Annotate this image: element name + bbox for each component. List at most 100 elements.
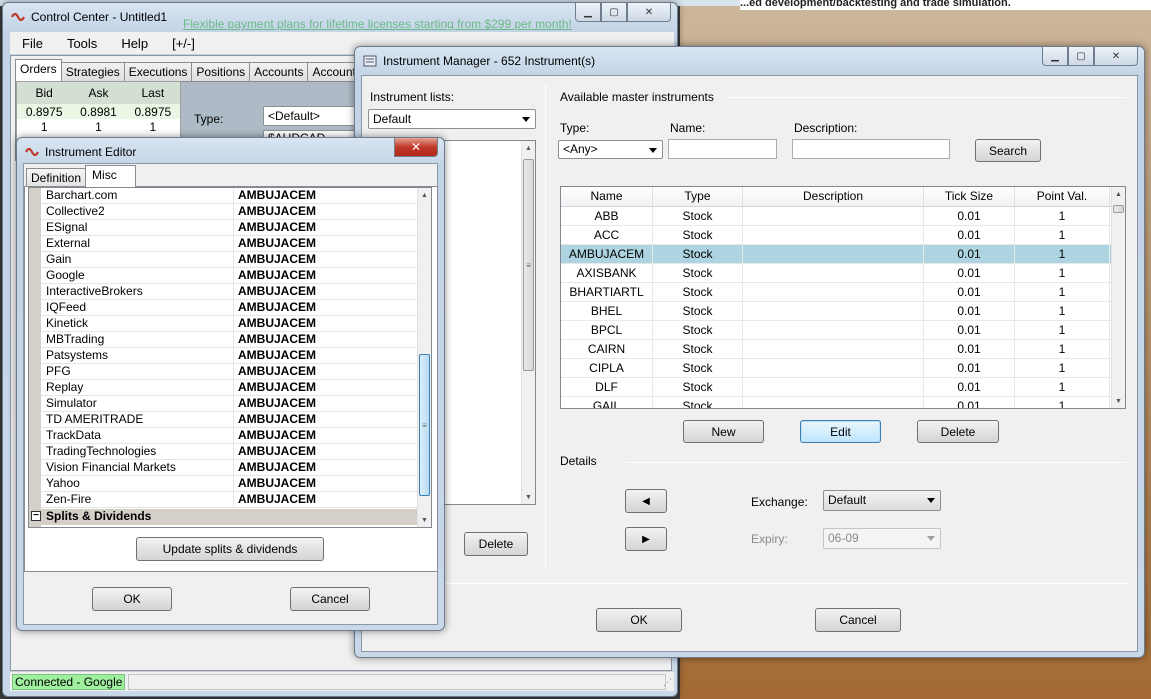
provider-symbol[interactable]: AMBUJACEM bbox=[234, 460, 417, 475]
tab-positions[interactable]: Positions bbox=[191, 62, 251, 81]
bid-size[interactable]: 1 bbox=[17, 120, 71, 134]
provider-symbol[interactable]: AMBUJACEM bbox=[234, 316, 417, 331]
scroll-up-icon[interactable]: ▲ bbox=[522, 141, 535, 155]
scroll-thumb[interactable]: ≡ bbox=[523, 159, 534, 371]
table-row[interactable]: AMBUJACEM Stock 0.01 1 bbox=[561, 245, 1125, 264]
scroll-thumb[interactable]: ≡ bbox=[419, 354, 430, 496]
editor-grid-scrollbar[interactable]: ▲ ≡ ▼ bbox=[417, 188, 431, 527]
table-row[interactable]: BPCL Stock 0.01 1 bbox=[561, 321, 1125, 340]
column-description[interactable]: Description bbox=[743, 187, 924, 206]
provider-symbol[interactable]: AMBUJACEM bbox=[234, 380, 417, 395]
resize-grip-icon[interactable]: ⋰ bbox=[663, 677, 672, 688]
provider-symbol[interactable]: AMBUJACEM bbox=[234, 428, 417, 443]
provider-symbol[interactable]: AMBUJACEM bbox=[234, 300, 417, 315]
table-row[interactable]: CAIRN Stock 0.01 1 bbox=[561, 340, 1125, 359]
manager-cancel-button[interactable]: Cancel bbox=[815, 608, 901, 632]
move-left-button[interactable]: ◀ bbox=[625, 489, 667, 513]
list-item[interactable]: External AMBUJACEM bbox=[41, 236, 417, 252]
provider-symbol[interactable]: AMBUJACEM bbox=[234, 492, 417, 507]
scroll-down-icon[interactable]: ▼ bbox=[418, 513, 431, 527]
list-item[interactable]: Collective2 AMBUJACEM bbox=[41, 204, 417, 220]
menu-toggle[interactable]: [+/-] bbox=[160, 36, 207, 51]
table-row[interactable]: ABB Stock 0.01 1 bbox=[561, 207, 1125, 226]
minimize-icon[interactable]: ▁ bbox=[1042, 47, 1068, 66]
manager-ok-button[interactable]: OK bbox=[596, 608, 682, 632]
list-item[interactable]: MBTrading AMBUJACEM bbox=[41, 332, 417, 348]
list-item[interactable]: IQFeed AMBUJACEM bbox=[41, 300, 417, 316]
list-item[interactable]: TradingTechnologies AMBUJACEM bbox=[41, 444, 417, 460]
editor-cancel-button[interactable]: Cancel bbox=[290, 587, 370, 611]
list-item[interactable]: Kinetick AMBUJACEM bbox=[41, 316, 417, 332]
table-row[interactable]: CIPLA Stock 0.01 1 bbox=[561, 359, 1125, 378]
list-item[interactable]: Vision Financial Markets AMBUJACEM bbox=[41, 460, 417, 476]
list-item[interactable]: Barchart.com AMBUJACEM bbox=[41, 188, 417, 204]
scroll-down-icon[interactable]: ▼ bbox=[522, 490, 535, 504]
table-row[interactable]: ACC Stock 0.01 1 bbox=[561, 226, 1125, 245]
background-link[interactable]: Flexible payment plans for lifetime lice… bbox=[183, 17, 572, 31]
instrument-list-scrollbar[interactable]: ▲ ≡ ▼ bbox=[521, 141, 535, 504]
list-item[interactable]: Yahoo AMBUJACEM bbox=[41, 476, 417, 492]
new-button[interactable]: New bbox=[683, 420, 764, 443]
list-delete-button[interactable]: Delete bbox=[464, 532, 528, 556]
ask-price[interactable]: 0.8981 bbox=[71, 105, 125, 119]
column-tick-size[interactable]: Tick Size bbox=[924, 187, 1015, 206]
scroll-thumb[interactable] bbox=[1113, 205, 1124, 213]
column-type[interactable]: Type bbox=[653, 187, 743, 206]
collapse-icon[interactable]: − bbox=[31, 511, 41, 521]
list-item[interactable]: Simulator AMBUJACEM bbox=[41, 396, 417, 412]
close-icon[interactable]: ✕ bbox=[1094, 47, 1138, 66]
scroll-up-icon[interactable]: ▲ bbox=[418, 188, 431, 202]
minimize-icon[interactable]: ▁ bbox=[575, 3, 601, 22]
list-item[interactable]: Gain AMBUJACEM bbox=[41, 252, 417, 268]
table-row[interactable]: BHEL Stock 0.01 1 bbox=[561, 302, 1125, 321]
scroll-up-icon[interactable]: ▲ bbox=[1112, 187, 1125, 201]
table-row[interactable]: GAIL Stock 0.01 1 bbox=[561, 397, 1125, 408]
scroll-down-icon[interactable]: ▼ bbox=[1112, 394, 1125, 408]
list-item[interactable]: PFG AMBUJACEM bbox=[41, 364, 417, 380]
menu-tools[interactable]: Tools bbox=[55, 36, 109, 51]
maximize-icon[interactable]: ▢ bbox=[601, 3, 627, 22]
menu-file[interactable]: File bbox=[10, 36, 55, 51]
provider-symbol[interactable]: AMBUJACEM bbox=[234, 332, 417, 347]
provider-symbol[interactable]: AMBUJACEM bbox=[234, 220, 417, 235]
move-right-button[interactable]: ▶ bbox=[625, 527, 667, 551]
column-name[interactable]: Name bbox=[561, 187, 653, 206]
list-item[interactable]: TrackData AMBUJACEM bbox=[41, 428, 417, 444]
master-table-scrollbar[interactable]: ▲ ▼ bbox=[1111, 187, 1125, 408]
provider-symbol[interactable]: AMBUJACEM bbox=[234, 476, 417, 491]
table-row[interactable]: BHARTIARTL Stock 0.01 1 bbox=[561, 283, 1125, 302]
search-description-input[interactable] bbox=[792, 139, 950, 159]
list-item[interactable]: InteractiveBrokers AMBUJACEM bbox=[41, 284, 417, 300]
provider-symbol[interactable]: AMBUJACEM bbox=[234, 252, 417, 267]
provider-symbol[interactable]: AMBUJACEM bbox=[234, 412, 417, 427]
provider-symbol[interactable]: AMBUJACEM bbox=[234, 284, 417, 299]
provider-symbol[interactable]: AMBUJACEM bbox=[234, 188, 417, 203]
provider-symbol[interactable]: AMBUJACEM bbox=[234, 268, 417, 283]
maximize-icon[interactable]: ▢ bbox=[1068, 47, 1094, 66]
provider-symbol[interactable]: AMBUJACEM bbox=[234, 236, 417, 251]
last-price[interactable]: 0.8975 bbox=[126, 105, 180, 119]
list-item[interactable]: Zen-Fire AMBUJACEM bbox=[41, 492, 417, 508]
editor-ok-button[interactable]: OK bbox=[92, 587, 172, 611]
list-item[interactable]: ESignal AMBUJACEM bbox=[41, 220, 417, 236]
tab-definition[interactable]: Definition bbox=[26, 168, 87, 187]
menu-help[interactable]: Help bbox=[109, 36, 160, 51]
list-item[interactable]: Replay AMBUJACEM bbox=[41, 380, 417, 396]
list-item[interactable]: Patsystems AMBUJACEM bbox=[41, 348, 417, 364]
splits-dividends-section[interactable]: − Splits & Dividends bbox=[29, 509, 417, 525]
bid-price[interactable]: 0.8975 bbox=[17, 105, 71, 119]
edit-button[interactable]: Edit bbox=[800, 420, 881, 443]
close-icon[interactable]: ✕ bbox=[627, 3, 671, 22]
tab-accounts[interactable]: Accounts bbox=[249, 62, 309, 81]
provider-symbol[interactable]: AMBUJACEM bbox=[234, 444, 417, 459]
search-button[interactable]: Search bbox=[975, 139, 1041, 162]
ask-size[interactable]: 1 bbox=[71, 120, 125, 134]
column-point-value[interactable]: Point Val. bbox=[1015, 187, 1110, 206]
list-item[interactable]: TD AMERITRADE AMBUJACEM bbox=[41, 412, 417, 428]
table-row[interactable]: AXISBANK Stock 0.01 1 bbox=[561, 264, 1125, 283]
order-type-select[interactable]: <Default> bbox=[263, 106, 363, 126]
provider-symbol[interactable]: AMBUJACEM bbox=[234, 204, 417, 219]
last-size[interactable]: 1 bbox=[126, 120, 180, 134]
search-type-select[interactable]: <Any> bbox=[558, 140, 663, 159]
provider-symbol[interactable]: AMBUJACEM bbox=[234, 364, 417, 379]
